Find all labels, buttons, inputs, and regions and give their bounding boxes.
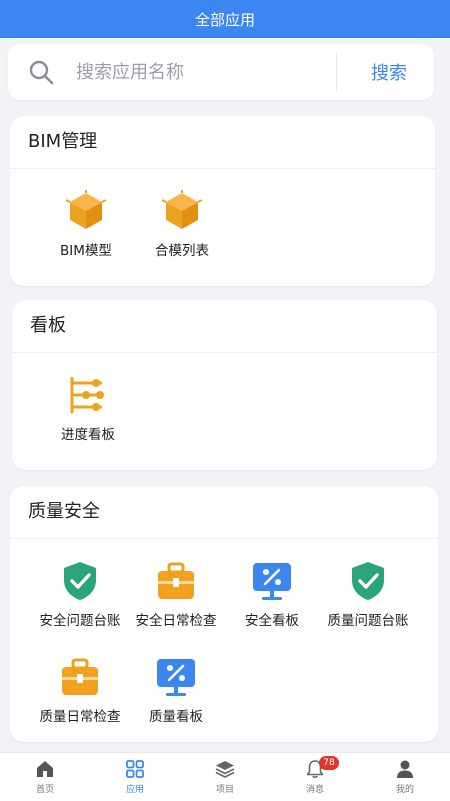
search-button[interactable]: 搜索	[344, 44, 434, 100]
section-title: 质量安全	[10, 486, 438, 539]
tab-label: 项目	[215, 785, 234, 795]
bottom-tab-bar: 首页 应用 项目 78 消息 我的	[0, 752, 450, 801]
search-icon	[29, 60, 54, 85]
percent-monitor-icon	[157, 659, 195, 696]
app-label: 质量看板	[149, 709, 203, 725]
app-quality-board[interactable]: 质量看板	[128, 641, 224, 737]
progress-slider-icon	[70, 377, 104, 413]
app-safety-board[interactable]: 安全看板	[224, 545, 320, 641]
app-label: 安全日常检查	[135, 613, 217, 629]
app-label: 进度看板	[61, 427, 115, 443]
toolbox-icon	[158, 562, 194, 599]
tab-projects[interactable]: 项目	[180, 753, 270, 801]
percent-monitor-icon	[253, 563, 291, 600]
layers-icon	[215, 761, 235, 778]
search-bar: 搜索	[8, 44, 434, 100]
app-quality-daily-check[interactable]: 质量日常检查	[32, 641, 128, 737]
cube-icon	[161, 190, 203, 229]
tab-profile[interactable]: 我的	[360, 753, 450, 801]
tab-label: 应用	[125, 785, 144, 795]
app-label: 质量日常检查	[39, 709, 121, 725]
page-title: 全部应用	[194, 10, 255, 29]
app-label: BIM模型	[60, 243, 112, 259]
app-bim-model[interactable]: BIM模型	[38, 175, 134, 271]
cube-icon	[65, 190, 107, 229]
app-safety-issue-ledger[interactable]: 安全问题台账	[32, 545, 128, 641]
app-label: 安全问题台账	[39, 613, 121, 629]
section-title: BIM管理	[10, 116, 435, 169]
search-divider	[336, 52, 337, 92]
tab-label: 我的	[395, 785, 414, 795]
tab-apps[interactable]: 应用	[90, 753, 180, 801]
tab-messages[interactable]: 78 消息	[270, 753, 360, 801]
section-bim: BIM管理 BIM模型 合模列表	[10, 116, 435, 286]
message-count-badge: 78	[319, 756, 339, 770]
user-icon	[397, 760, 413, 778]
grid-icon	[126, 760, 144, 778]
section-title: 看板	[12, 300, 437, 353]
tab-home[interactable]: 首页	[0, 753, 90, 801]
top-bar: 全部应用	[0, 0, 450, 38]
section-dashboard: 看板 进度看板	[12, 300, 437, 470]
app-progress-board[interactable]: 进度看板	[40, 359, 136, 455]
app-label: 安全看板	[245, 613, 299, 629]
shield-check-icon	[64, 562, 96, 600]
app-safety-daily-check[interactable]: 安全日常检查	[128, 545, 224, 641]
app-quality-issue-ledger[interactable]: 质量问题台账	[320, 545, 416, 641]
tab-label: 首页	[35, 785, 54, 795]
home-icon	[37, 761, 53, 777]
shield-check-icon	[352, 562, 384, 600]
app-label: 合模列表	[155, 243, 209, 259]
app-label: 质量问题台账	[327, 613, 409, 629]
section-quality-safety: 质量安全 安全问题台账 安全日常检查 安全看板 质量问题台账 质量日常检查 质量…	[10, 486, 438, 742]
tab-label: 消息	[305, 785, 324, 795]
app-merge-model-list[interactable]: 合模列表	[134, 175, 230, 271]
search-input[interactable]	[74, 60, 318, 84]
toolbox-icon	[62, 658, 98, 695]
